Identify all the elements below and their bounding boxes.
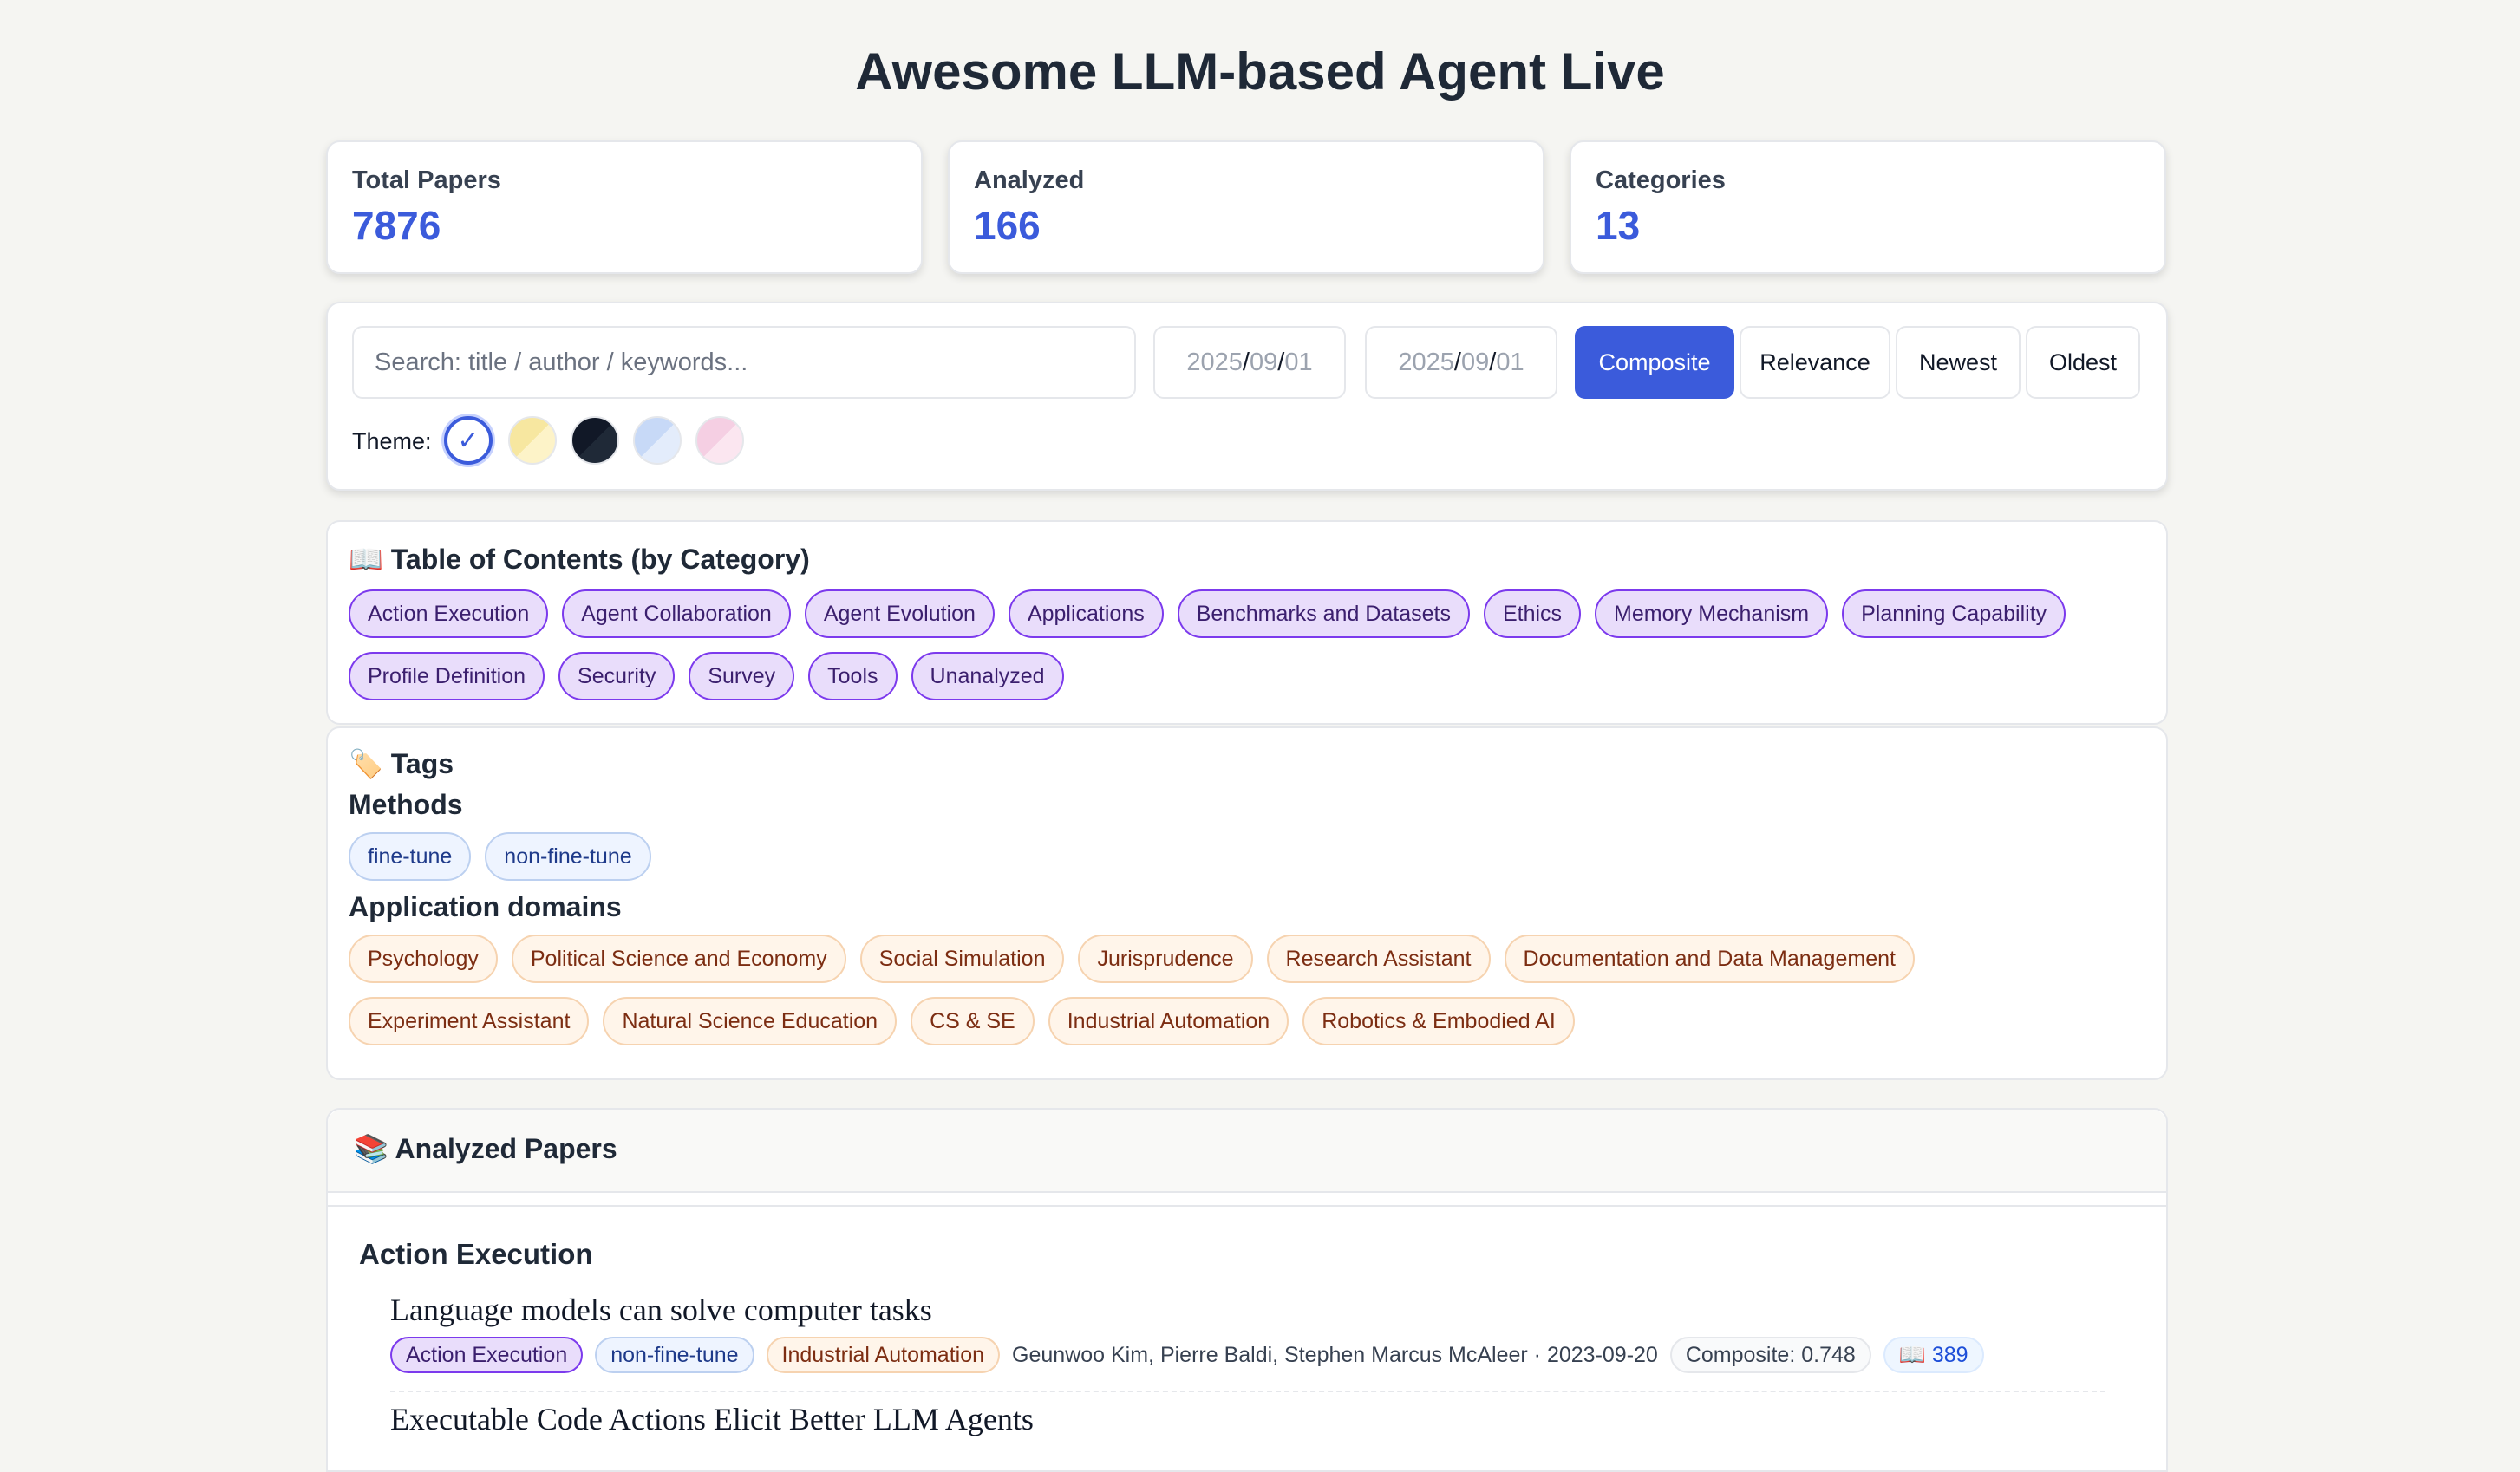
sort-oldest-button[interactable]: Oldest [2026,326,2140,399]
toc-chip[interactable]: Ethics [1483,589,1582,638]
date-year: 2025 [1398,348,1454,376]
domain-chip[interactable]: Experiment Assistant [349,997,590,1045]
domain-chip[interactable]: Research Assistant [1266,935,1491,983]
tags-title: 🏷️ Tags [349,747,454,780]
methods-list: fine-tune non-fine-tune [349,832,2145,881]
book-icon: 📖 [349,544,383,575]
toc-chip[interactable]: Benchmarks and Datasets [1177,589,1470,638]
domain-chip[interactable]: Documentation and Data Management [1504,935,1915,983]
theme-swatch-blue[interactable] [633,416,682,465]
toc-chip[interactable]: Tools [808,652,898,700]
toc-panel: 📖 Table of Contents (by Category) Action… [326,520,2168,725]
stat-label: Categories [1596,166,1726,194]
stat-value: 166 [974,203,1041,248]
page-title: Awesome LLM-based Agent Live [855,42,1665,101]
domain-chip[interactable]: Jurisprudence [1078,935,1253,983]
check-icon: ✓ [457,425,480,456]
toc-chip[interactable]: Unanalyzed [911,652,1064,700]
domain-chip[interactable]: Industrial Automation [1048,997,1289,1045]
method-chip[interactable]: fine-tune [349,832,472,881]
paper-title[interactable]: Executable Code Actions Elicit Better LL… [390,1401,1034,1437]
toc-chip[interactable]: Security [558,652,676,700]
tag-icon: 🏷️ [349,748,383,779]
stat-value: 13 [1596,203,1641,248]
domain-chip[interactable]: Robotics & Embodied AI [1302,997,1575,1045]
date-day: 01 [1496,348,1524,376]
divider [328,1205,2166,1207]
books-icon: 📚 [354,1133,388,1164]
paper-category-tag[interactable]: Action Execution [390,1337,584,1373]
domain-chip[interactable]: Social Simulation [859,935,1065,983]
theme-swatch-dark[interactable] [571,416,619,465]
toc-chip[interactable]: Agent Evolution [804,589,995,638]
domain-chip[interactable]: Psychology [349,935,498,983]
theme-label: Theme: [352,428,432,454]
date-day: 01 [1284,348,1313,376]
date-month: 09 [1249,348,1278,376]
theme-swatch-pink[interactable] [695,416,744,465]
methods-title: Methods [349,789,463,820]
paper-method-tag[interactable]: non-fine-tune [595,1337,754,1373]
toc-chip[interactable]: Agent Collaboration [562,589,791,638]
toc-chip[interactable]: Profile Definition [349,652,545,700]
tags-title-text: Tags [390,748,454,779]
paper-title[interactable]: Language models can solve computer tasks [390,1292,932,1328]
tags-panel: 🏷️ Tags Methods fine-tune non-fine-tune … [326,726,2168,1080]
date-year: 2025 [1186,348,1243,376]
toc-chip[interactable]: Action Execution [349,589,549,638]
section-heading: Action Execution [359,1238,593,1270]
date-from-input[interactable]: 2025/09/01 [1153,326,1346,399]
stat-value: 7876 [352,203,441,248]
date-month: 09 [1460,348,1490,376]
toc-title-text: Table of Contents (by Category) [390,544,810,575]
theme-swatch-yellow[interactable] [508,416,557,465]
search-input[interactable] [352,326,1136,399]
analyzed-papers-panel: 📚 Analyzed Papers Action Execution Langu… [326,1108,2168,1472]
paper-meta: Action Execution non-fine-tune Industria… [390,1337,1984,1373]
toc-chip[interactable]: Applications [1008,589,1164,638]
stat-card-categories: Categories 13 [1570,140,2166,274]
method-chip[interactable]: non-fine-tune [485,832,651,881]
analyzed-papers-title: 📚 Analyzed Papers [354,1132,617,1165]
sort-composite-button[interactable]: Composite [1575,326,1734,399]
paper-domain-tag[interactable]: Industrial Automation [766,1337,1001,1373]
domains-title: Application domains [349,891,622,922]
controls-panel: 2025/09/01 2025/09/01 Composite Relevanc… [326,302,2168,491]
sort-newest-button[interactable]: Newest [1896,326,2021,399]
domain-chip[interactable]: Natural Science Education [603,997,898,1045]
domain-chip[interactable]: CS & SE [911,997,1035,1045]
toc-chip[interactable]: Planning Capability [1842,589,2066,638]
stat-label: Total Papers [352,166,501,194]
toc-category-list: Action Execution Agent Collaboration Age… [349,589,2145,700]
stat-card-total-papers: Total Papers 7876 [326,140,923,274]
sort-relevance-button[interactable]: Relevance [1740,326,1890,399]
domain-chip[interactable]: Political Science and Economy [511,935,846,983]
paper-authors-date: Geunwoo Kim, Pierre Baldi, Stephen Marcu… [1012,1342,1658,1367]
paper-score-badge: Composite: 0.748 [1669,1337,1871,1373]
stat-card-analyzed: Analyzed 166 [948,140,1544,274]
analyzed-papers-title-text: Analyzed Papers [395,1133,617,1164]
toc-chip[interactable]: Memory Mechanism [1595,589,1829,638]
toc-chip[interactable]: Survey [689,652,795,700]
date-to-input[interactable]: 2025/09/01 [1365,326,1557,399]
toc-title: 📖 Table of Contents (by Category) [349,543,810,576]
domains-list: Psychology Political Science and Economy… [349,935,2145,1045]
paper-citations-badge: 📖 389 [1883,1337,1984,1373]
analyzed-papers-header: 📚 Analyzed Papers [328,1110,2166,1193]
theme-swatch-white[interactable]: ✓ [444,416,493,465]
paper-divider [390,1391,2105,1392]
stat-label: Analyzed [974,166,1085,194]
